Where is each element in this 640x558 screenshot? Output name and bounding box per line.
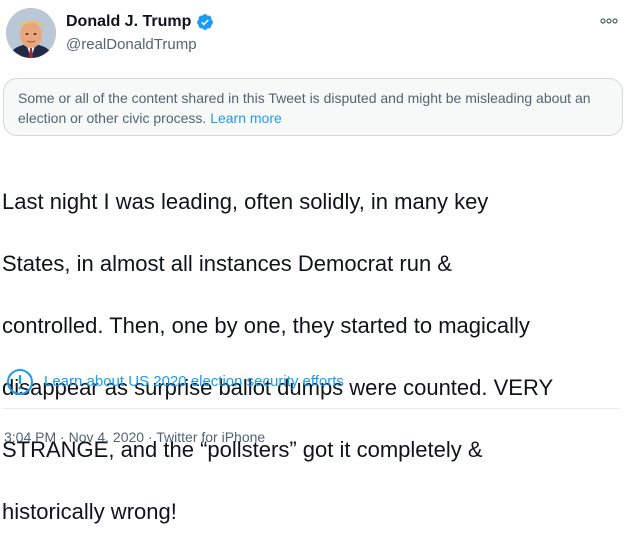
tweet-line: States, in almost all instances Democrat… [2, 251, 452, 276]
election-link-label[interactable]: Learn about US 2020 election security ef… [44, 372, 344, 392]
tweet-line: Last night I was leading, often solidly,… [2, 189, 489, 214]
notice-text: Some or all of the content shared in thi… [18, 90, 591, 126]
tweet-line: controlled. Then, one by one, they start… [2, 313, 530, 338]
verified-badge-icon [197, 14, 214, 30]
learn-more-link[interactable]: Learn more [210, 110, 282, 126]
profile-photo-icon [6, 8, 56, 58]
tweet-meta: 3:04 PM · Nov 4, 2020 · Twitter for iPho… [4, 429, 266, 445]
display-name[interactable]: Donald J. Trump [66, 12, 191, 32]
disputed-notice: Some or all of the content shared in thi… [3, 78, 623, 136]
election-info-link[interactable]: Learn about US 2020 election security ef… [6, 368, 344, 396]
exclamation-circle-icon [7, 369, 33, 395]
tweet-text: Last night I was leading, often solidly,… [2, 155, 627, 558]
tweet-line: historically wrong! [2, 499, 177, 524]
tweet-card: Donald J. Trump @realDonaldTrump Some or… [0, 0, 640, 524]
divider [3, 408, 620, 409]
author-name-row[interactable]: Donald J. Trump [66, 12, 214, 32]
avatar[interactable] [6, 8, 56, 58]
more-dots-icon[interactable] [600, 14, 618, 28]
user-handle[interactable]: @realDonaldTrump [66, 35, 197, 55]
